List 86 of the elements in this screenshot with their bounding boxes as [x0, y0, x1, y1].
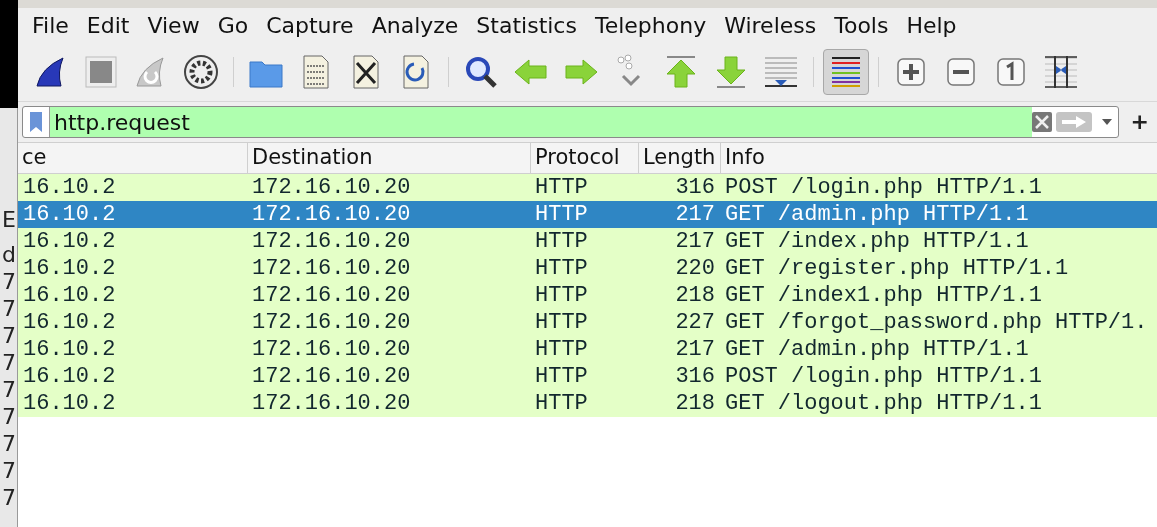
packet-row[interactable]: 16.10.2 172.16.10.20 HTTP 217 GET /admin.php HTTP/1.1 — [18, 336, 1157, 363]
table-cell-text: 218 — [674, 282, 716, 309]
table-cell-text: 16.10.2 — [22, 282, 117, 309]
table-cell-text: GET /logout.php HTTP/1.1 — [724, 390, 1043, 417]
table-cell-text: POST /login.php HTTP/1.1 — [724, 363, 1043, 390]
table-cell-text: GET /forgot_password.php HTTP/1. — [724, 309, 1149, 336]
add-filter-button[interactable]: + — [1128, 111, 1151, 133]
menu-item[interactable]: Go — [217, 8, 249, 42]
packet-row[interactable]: 16.10.2 172.16.10.20 HTTP 227 GET /forgot_password.php HTTP/1. — [18, 309, 1157, 336]
table-cell-text: 316 — [674, 363, 716, 390]
table-cell-text: 172.16.10.20 — [251, 282, 412, 309]
menu-item[interactable]: Analyze — [371, 8, 459, 42]
table-cell-text: 172.16.10.20 — [251, 390, 412, 417]
table-cell-text: 16.10.2 — [22, 336, 117, 363]
table-cell-text: HTTP — [534, 228, 589, 255]
background-window-text: 7 — [2, 295, 17, 322]
table-cell-text: HTTP — [534, 255, 589, 282]
menu-item[interactable]: Telephony — [594, 8, 707, 42]
table-cell-text: POST /login.php HTTP/1.1 — [724, 174, 1043, 201]
menu-item[interactable]: Capture — [266, 8, 354, 42]
column-header[interactable]: ce — [18, 143, 247, 173]
bookmark-icon[interactable] — [29, 111, 43, 133]
background-window-text: d — [2, 241, 17, 268]
background-window-text: 7 — [2, 349, 17, 376]
column-header[interactable]: Protocol — [530, 143, 638, 173]
table-cell-text: GET /admin.php HTTP/1.1 — [724, 201, 1030, 228]
clear-icon[interactable] — [1031, 112, 1052, 132]
packet-row[interactable]: 16.10.2 172.16.10.20 HTTP 316 POST /login.php HTTP/1.1 — [18, 174, 1157, 201]
table-cell-text: 16.10.2 — [22, 228, 117, 255]
table-cell-text: 217 — [674, 336, 716, 363]
menu-item[interactable]: Help — [906, 8, 957, 42]
table-cell-text: 217 — [674, 228, 716, 255]
column-header[interactable]: Info — [720, 143, 1157, 173]
background-window-text: 7 — [2, 403, 17, 430]
table-cell-text: HTTP — [534, 363, 589, 390]
column-header[interactable]: Length — [638, 143, 720, 173]
table-cell-text: GET /admin.php HTTP/1.1 — [724, 336, 1030, 363]
packet-row[interactable]: 16.10.2 172.16.10.20 HTTP 217 GET /index.php HTTP/1.1 — [18, 228, 1157, 255]
table-cell-text: 227 — [674, 309, 716, 336]
table-cell-text: HTTP — [534, 309, 589, 336]
table-cell-text: 16.10.2 — [22, 390, 117, 417]
background-window-text: 7 — [2, 484, 17, 511]
background-window-text: 7 — [2, 268, 17, 295]
table-cell-text: HTTP — [534, 390, 589, 417]
display-filter-field[interactable]: http.request — [22, 106, 1119, 138]
menu-item[interactable]: Edit — [86, 8, 130, 42]
table-cell-text: 172.16.10.20 — [251, 255, 412, 282]
packet-row[interactable]: 16.10.2 172.16.10.20 HTTP 218 GET /index1.php HTTP/1.1 — [18, 282, 1157, 309]
table-cell-text: 16.10.2 — [22, 363, 117, 390]
table-cell-text: 16.10.2 — [22, 174, 117, 201]
table-cell-text: HTTP — [534, 282, 589, 309]
table-cell-text: HTTP — [534, 201, 589, 228]
column-header[interactable]: Destination — [247, 143, 530, 173]
table-cell-text: 16.10.2 — [22, 255, 117, 282]
table-cell-text: 220 — [674, 255, 716, 282]
table-cell-text: HTTP — [534, 174, 589, 201]
background-window-text: 7 — [2, 430, 17, 457]
table-cell-text: GET /index1.php HTTP/1.1 — [724, 282, 1043, 309]
menu-item[interactable]: Wireless — [724, 8, 817, 42]
menu-item[interactable]: File — [32, 8, 69, 42]
packet-row[interactable]: 16.10.2 172.16.10.20 HTTP 218 GET /logout.php HTTP/1.1 — [18, 390, 1157, 417]
menu-item[interactable]: Tools — [834, 8, 889, 42]
background-window-text: 7 — [2, 376, 17, 403]
background-window-text: 7 — [2, 457, 17, 484]
table-cell-text: 316 — [674, 174, 716, 201]
table-cell-text: GET /register.php HTTP/1.1 — [724, 255, 1070, 282]
table-cell-text: 172.16.10.20 — [251, 201, 412, 228]
table-cell-text: HTTP — [534, 336, 589, 363]
table-cell-text: 172.16.10.20 — [251, 336, 412, 363]
menu-item[interactable]: Statistics — [476, 8, 577, 42]
background-window-text: 7 — [2, 322, 17, 349]
table-cell-text: 172.16.10.20 — [251, 363, 412, 390]
table-cell-text: 172.16.10.20 — [251, 228, 412, 255]
table-cell-text: 16.10.2 — [22, 309, 117, 336]
table-cell-text: 172.16.10.20 — [251, 174, 412, 201]
table-cell-text: GET /index.php HTTP/1.1 — [724, 228, 1030, 255]
table-cell-text: 218 — [674, 390, 716, 417]
menu-item[interactable]: View — [147, 8, 200, 42]
table-cell-text: 217 — [674, 201, 716, 228]
packet-row[interactable]: 16.10.2 172.16.10.20 HTTP 217 GET /admin.php HTTP/1.1 — [18, 201, 1157, 228]
table-cell-text: 172.16.10.20 — [251, 309, 412, 336]
background-window-text: E — [2, 206, 17, 233]
table-cell-text: 16.10.2 — [22, 201, 117, 228]
packet-row[interactable]: 16.10.2 172.16.10.20 HTTP 316 POST /login.php HTTP/1.1 — [18, 363, 1157, 390]
dropdown-caret-icon[interactable] — [1101, 119, 1112, 125]
packet-row[interactable]: 16.10.2 172.16.10.20 HTTP 220 GET /register.php HTTP/1.1 — [18, 255, 1157, 282]
